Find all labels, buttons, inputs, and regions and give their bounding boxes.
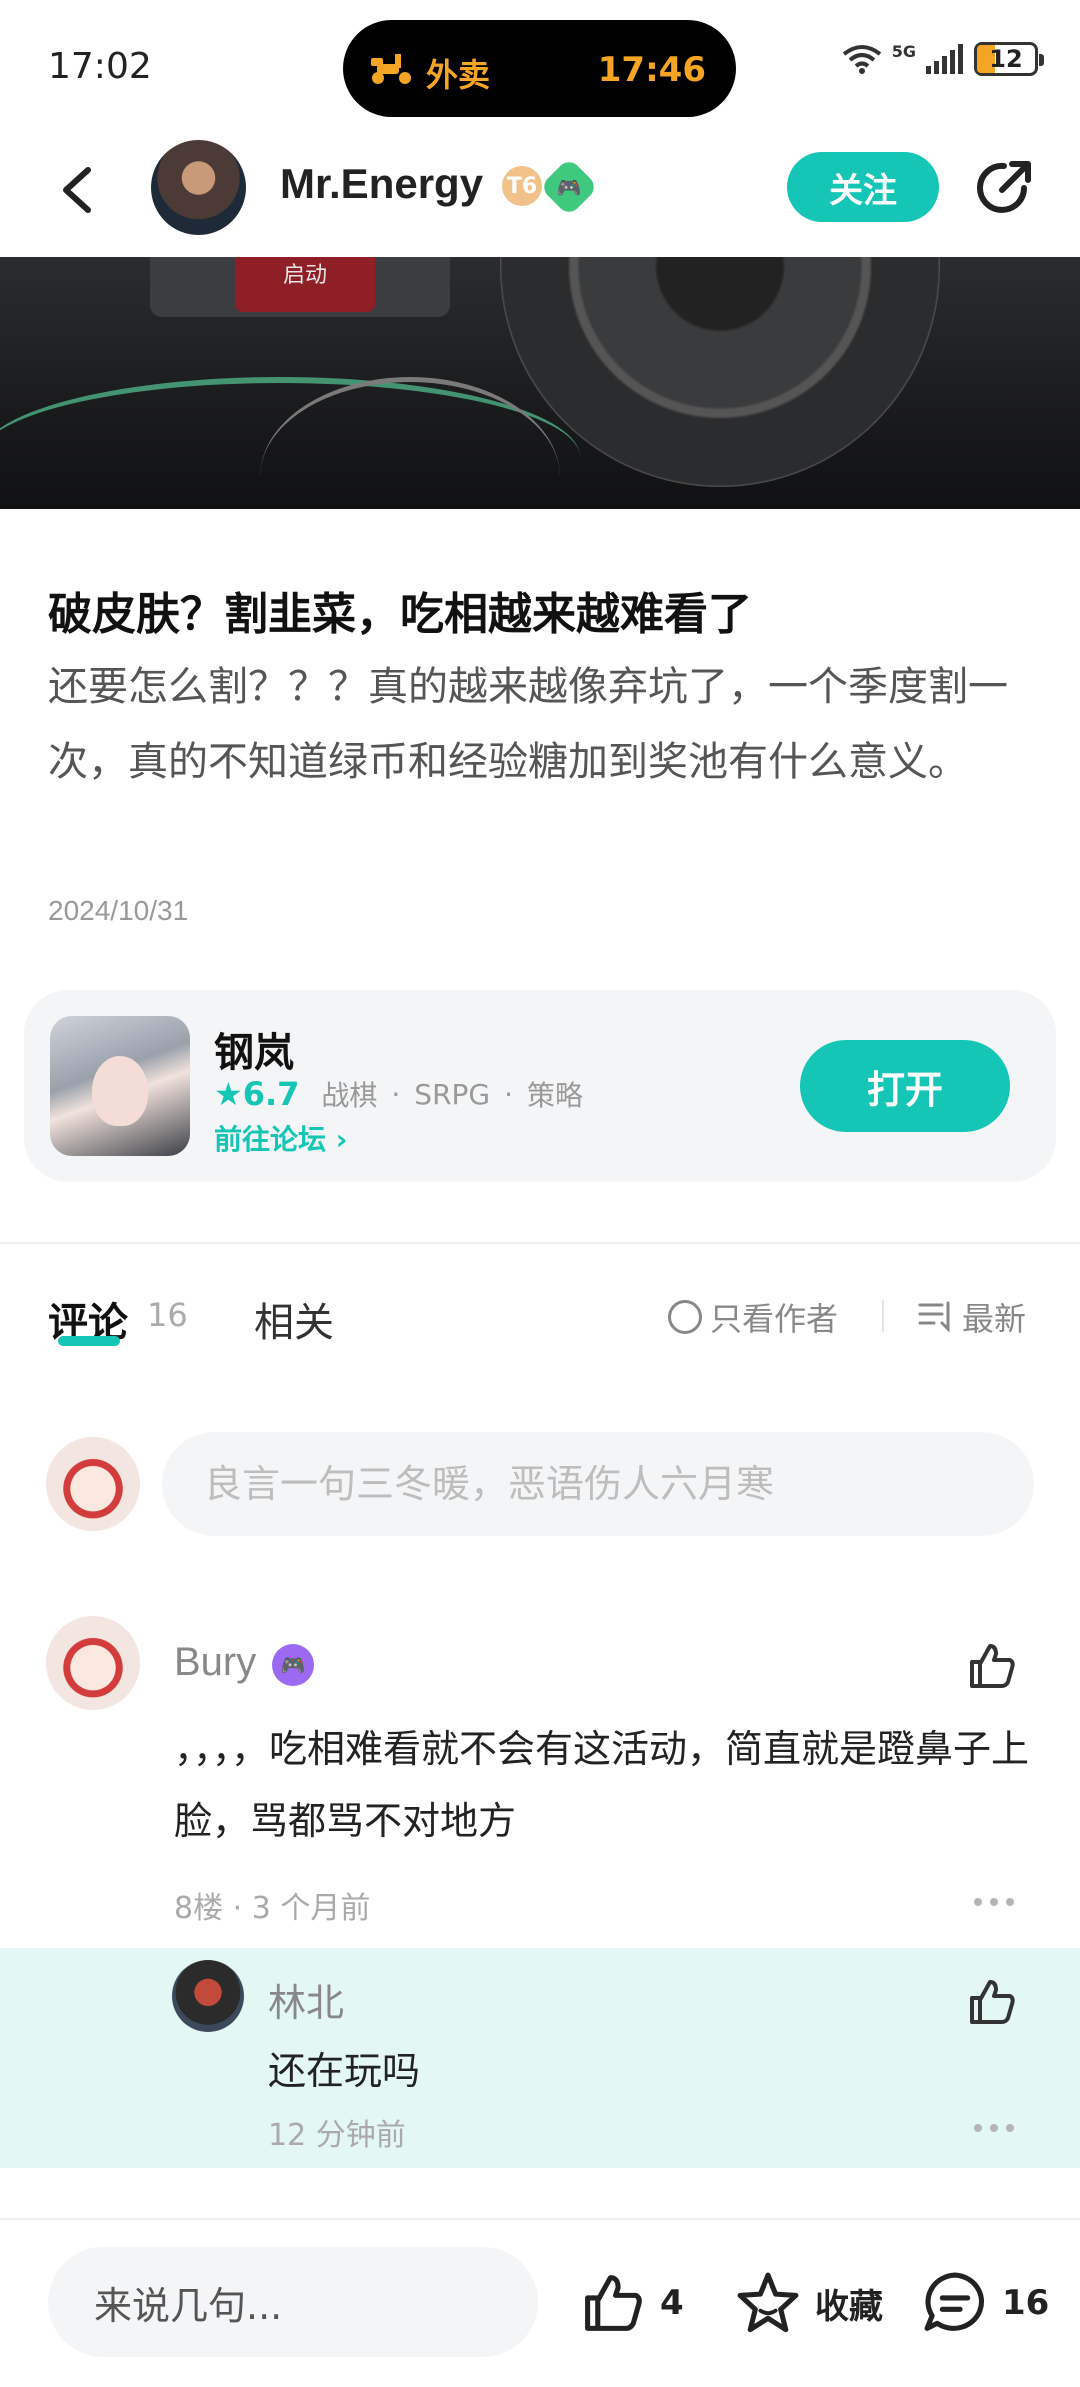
- author-name[interactable]: Mr.Energy: [280, 160, 483, 208]
- gamepad-badge-icon: 🎮: [272, 1644, 314, 1686]
- reply-text: 还在玩吗: [268, 2049, 421, 2093]
- comment-text: ，，，，吃相难看就不会有这活动，简直就是蹬鼻子上脸，骂都骂不对地方: [174, 1727, 1030, 1843]
- tab-related[interactable]: 相关: [254, 1290, 334, 1348]
- reply-meta: 12 分钟前: [268, 2118, 406, 2153]
- comment-bubble-icon: [924, 2272, 985, 2331]
- level-badge-icon: T6: [502, 166, 542, 206]
- my-avatar: [46, 1437, 140, 1531]
- favorite-button[interactable]: 收藏: [735, 2270, 883, 2336]
- dynamic-island[interactable]: 外卖 17:46: [343, 20, 736, 117]
- author-avatar[interactable]: [151, 140, 246, 235]
- reply-box[interactable]: [0, 1948, 1080, 2168]
- only-author-toggle[interactable]: 只看作者: [668, 1294, 838, 1340]
- thumbs-up-icon[interactable]: [966, 1640, 1018, 1692]
- divider: [0, 1242, 1080, 1244]
- sort-toggle[interactable]: 最新: [918, 1294, 1026, 1340]
- forum-link[interactable]: 前往论坛 ›: [214, 1118, 347, 1158]
- reply-name[interactable]: 林北: [268, 1972, 344, 2027]
- radio-circle-icon: [668, 1300, 702, 1334]
- wifi-icon: [842, 45, 881, 74]
- post-header: Mr.Energy T6 🎮 关注: [0, 130, 1080, 255]
- banner-start-label: 启动: [235, 257, 375, 312]
- game-tag: 策略: [527, 1079, 584, 1112]
- post-banner-image[interactable]: 启动: [0, 257, 1080, 509]
- divider: [882, 1300, 884, 1332]
- signal-icon: [926, 44, 963, 74]
- like-button[interactable]: 4: [580, 2270, 684, 2336]
- network-label: 5G: [891, 42, 916, 61]
- commenter-avatar[interactable]: [46, 1616, 140, 1710]
- sort-icon: [918, 1301, 950, 1333]
- more-options-icon[interactable]: [974, 2124, 1014, 2136]
- follow-button[interactable]: 关注: [787, 152, 939, 222]
- reply-avatar[interactable]: [172, 1960, 244, 2032]
- share-icon[interactable]: [972, 158, 1034, 220]
- game-name: 钢岚: [214, 1030, 294, 1076]
- game-card[interactable]: 钢岚 ★6.7 战棋 · SRPG · 策略 前往论坛 › 打开: [24, 990, 1056, 1182]
- open-game-button[interactable]: 打开: [800, 1040, 1010, 1132]
- tab-active-indicator: [58, 1336, 120, 1346]
- status-time: 17:02: [48, 46, 152, 87]
- divider: [0, 2218, 1080, 2220]
- thumbs-up-icon[interactable]: [966, 1976, 1018, 2028]
- island-label: 外卖: [426, 56, 491, 94]
- star-icon: [737, 2272, 799, 2333]
- post-title: 破皮肤？割韭菜，吃相越来越难看了: [48, 589, 752, 640]
- game-tag: SRPG: [414, 1077, 491, 1111]
- gamer-badge-icon: 🎮: [539, 157, 599, 217]
- more-options-icon[interactable]: [974, 1898, 1014, 1910]
- comments-count: 16: [147, 1296, 188, 1334]
- back-arrow-icon[interactable]: [50, 160, 110, 220]
- status-icons: 5G 12: [842, 42, 1044, 76]
- scooter-icon: [371, 54, 411, 84]
- post-body: 还要怎么割？？？真的越来越像弃坑了，一个季度割一次，真的不知道绿币和经验糖加到奖…: [48, 664, 1008, 785]
- comment-input[interactable]: [162, 1432, 1034, 1536]
- island-time: 17:46: [597, 50, 706, 90]
- game-rating: ★6.7: [214, 1075, 300, 1113]
- status-bar: 17:02 外卖 17:46 5G 12: [0, 0, 1080, 130]
- comment-meta: 8楼 · 3 个月前: [174, 1891, 371, 1926]
- commenter-name[interactable]: Bury: [174, 1640, 256, 1685]
- post-date: 2024/10/31: [48, 895, 189, 926]
- chevron-right-icon: ›: [335, 1123, 348, 1156]
- thumbs-up-icon: [585, 2275, 642, 2331]
- game-tag: 战棋: [321, 1079, 378, 1112]
- game-meta: ★6.7 战棋 · SRPG · 策略: [214, 1075, 584, 1113]
- say-something-input[interactable]: 来说几句...: [48, 2247, 538, 2357]
- game-icon[interactable]: [50, 1016, 190, 1156]
- comment-button[interactable]: 16: [922, 2270, 1049, 2336]
- battery-icon: 12: [974, 42, 1044, 76]
